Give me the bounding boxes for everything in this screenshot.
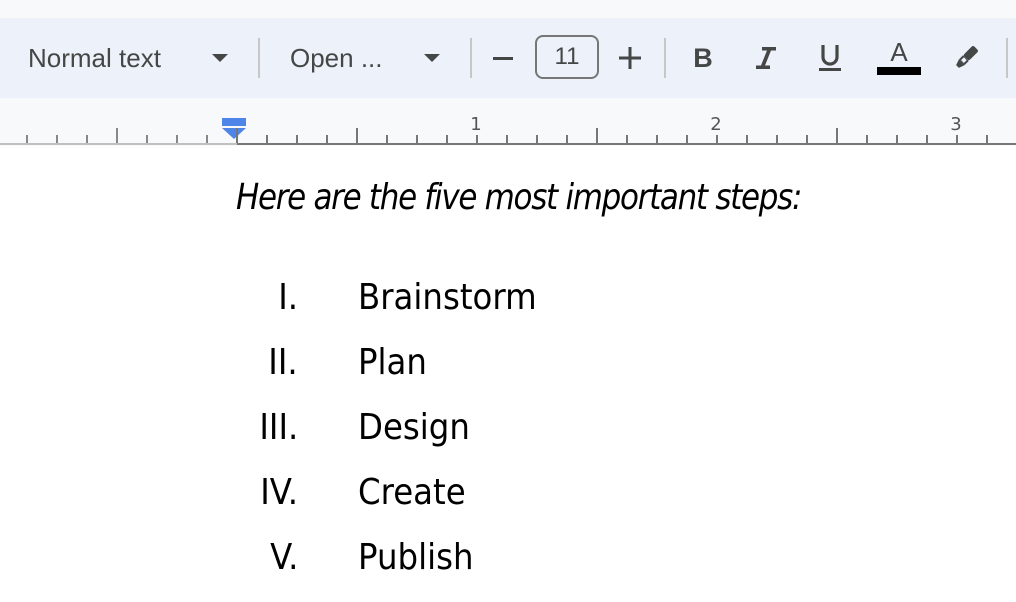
plus-icon [619, 47, 641, 69]
list-item: V. Publish [0, 537, 1016, 587]
highlight-color-button[interactable] [946, 38, 986, 78]
list-item-text: Plan [358, 342, 427, 383]
ruler-tick [386, 135, 388, 143]
list-numeral: II. [268, 342, 298, 383]
list-item-text: Publish [358, 537, 474, 578]
ruler-tick [416, 135, 418, 143]
formatting-toolbar: Normal text Open ... 11 B A [0, 18, 1016, 98]
list-numeral: IV. [260, 472, 298, 513]
ruler-tick [176, 135, 178, 143]
ruler-tick [446, 135, 448, 143]
ruler-number: 1 [470, 114, 482, 135]
increase-font-size-button[interactable] [610, 38, 650, 78]
ruler-tick [326, 135, 328, 143]
ruler-tick [266, 135, 268, 143]
ruler-tick [956, 135, 958, 143]
bold-button[interactable]: B [683, 38, 723, 78]
document-page[interactable]: Here are the five most important steps: … [0, 147, 1016, 602]
list-item: I. Brainstorm [0, 277, 1016, 327]
ruler-tick [86, 135, 88, 143]
ruler-tick [536, 135, 538, 143]
indent-marker-handle[interactable] [222, 118, 246, 139]
text-color-button[interactable]: A [876, 38, 922, 78]
text-color-swatch [877, 67, 921, 75]
toolbar-divider [470, 38, 472, 78]
font-family-select[interactable]: Open ... [290, 38, 445, 78]
italic-button[interactable] [746, 38, 786, 78]
left-indent-icon [222, 128, 246, 139]
ruler-tick [236, 128, 238, 143]
ruler-tick [146, 135, 148, 143]
list-numeral: V. [269, 537, 298, 578]
ruler-tick [716, 135, 718, 143]
ruler-margin-line [0, 143, 237, 145]
ruler-tick [896, 135, 898, 143]
font-size-input[interactable]: 11 [535, 35, 599, 79]
ruler-tick [926, 135, 928, 143]
ruler-tick [26, 135, 28, 143]
toolbar-divider [258, 38, 260, 78]
paragraph-style-value: Normal text [28, 42, 161, 73]
list-item: III. Design [0, 407, 1016, 457]
top-strip [0, 0, 1016, 18]
toolbar-divider [1006, 38, 1008, 78]
list-item: IV. Create [0, 472, 1016, 522]
ruler-tick [596, 128, 598, 143]
italic-icon [756, 47, 776, 69]
bold-icon: B [693, 42, 713, 73]
ruler-tick [476, 135, 478, 143]
list-numeral: I. [278, 277, 298, 318]
ruler-tick [56, 135, 58, 143]
ruler-tick [686, 135, 688, 143]
list-item-text: Brainstorm [358, 277, 537, 318]
list-item: II. Plan [0, 342, 1016, 392]
ruler-tick [626, 135, 628, 143]
highlighter-pen-icon [956, 46, 978, 68]
ruler-content-line [237, 143, 1016, 145]
decrease-font-size-button[interactable] [483, 38, 523, 78]
font-family-value: Open ... [290, 42, 383, 73]
minus-icon [493, 56, 513, 60]
ruler-tick [806, 135, 808, 143]
ruler-tick [206, 135, 208, 143]
ruler-tick [986, 135, 988, 143]
ruler-tick [746, 135, 748, 143]
ruler-tick [356, 128, 358, 143]
ruler-tick [656, 135, 658, 143]
ruler-tick [296, 135, 298, 143]
paragraph-style-select[interactable]: Normal text [28, 38, 233, 78]
toolbar-divider [664, 38, 666, 78]
intro-paragraph: Here are the five most important steps: [236, 177, 802, 218]
underline-icon [819, 45, 841, 71]
list-item-text: Create [358, 472, 466, 513]
list-numeral: III. [259, 407, 298, 448]
ruler-tick [116, 128, 118, 143]
ruler-number: 2 [710, 114, 722, 135]
ruler-tick [866, 135, 868, 143]
chevron-down-icon [212, 54, 228, 62]
list-item-text: Design [358, 407, 470, 448]
ruler-tick [566, 135, 568, 143]
ruler-tick [776, 135, 778, 143]
ruler-tick [836, 128, 838, 143]
ruler-number: 3 [950, 114, 962, 135]
ruler-tick [506, 135, 508, 143]
horizontal-ruler[interactable]: 1 2 3 [0, 98, 1016, 146]
text-color-icon: A [890, 37, 908, 67]
first-line-indent-icon [222, 118, 246, 126]
chevron-down-icon [424, 54, 440, 62]
underline-button[interactable] [810, 38, 850, 78]
